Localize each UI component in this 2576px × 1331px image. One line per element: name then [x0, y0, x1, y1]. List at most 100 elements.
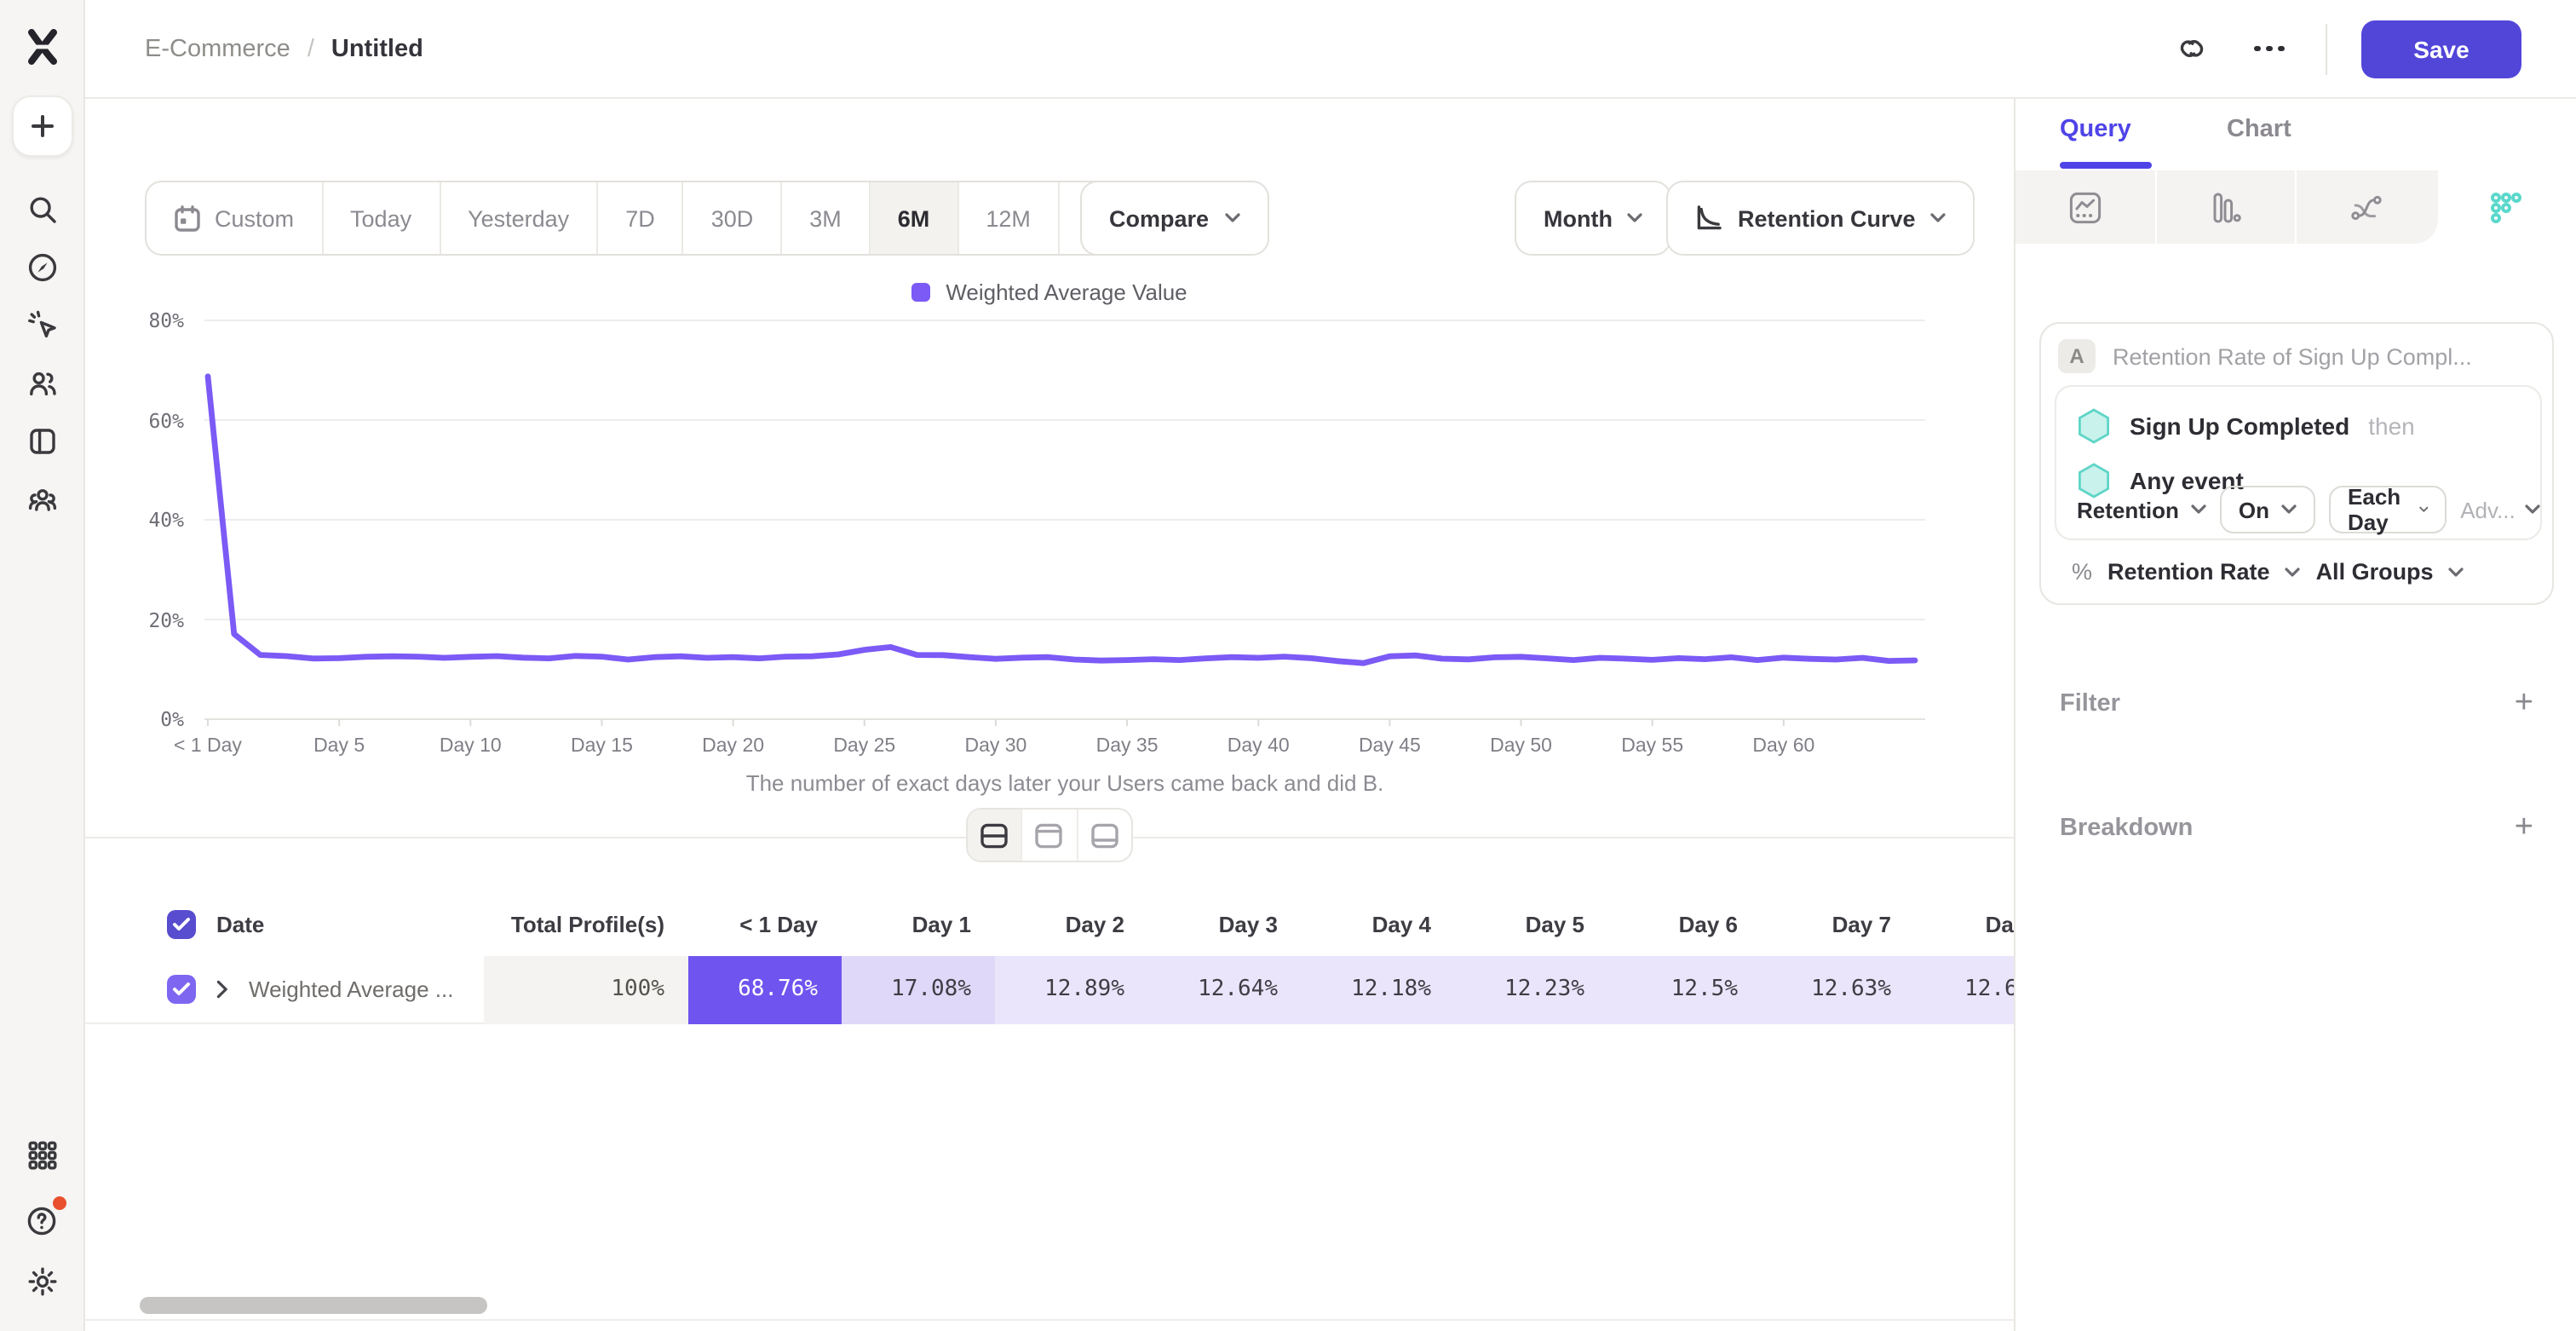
- row-label[interactable]: Weighted Average ...: [249, 977, 453, 1002]
- save-button[interactable]: Save: [2361, 20, 2521, 78]
- granularity-dropdown[interactable]: Month: [1515, 181, 1672, 256]
- horizontal-scrollbar[interactable]: [140, 1297, 487, 1314]
- breadcrumb-current[interactable]: Untitled: [331, 35, 423, 62]
- report-toolbar: CustomTodayYesterday7D30D3M6M12MXTD Comp…: [85, 181, 2014, 256]
- column-header[interactable]: Date: [216, 911, 264, 936]
- plus-icon: [28, 112, 55, 140]
- retention-cell[interactable]: 12.18%: [1302, 955, 1455, 1023]
- column-header[interactable]: Day 1: [842, 911, 995, 936]
- retention-curve-icon: [1695, 205, 1722, 232]
- column-header[interactable]: Day 5: [1455, 911, 1608, 936]
- granularity-each-day-dropdown[interactable]: Each Day: [2329, 486, 2447, 533]
- sidebar-item-events[interactable]: [13, 297, 71, 354]
- column-header[interactable]: Day 2: [995, 911, 1148, 936]
- report-tab-insights[interactable]: [2015, 170, 2156, 244]
- range-yesterday[interactable]: Yesterday: [440, 182, 598, 254]
- tab-query[interactable]: Query: [2060, 116, 2131, 143]
- sidebar-item-apps[interactable]: [13, 1126, 71, 1184]
- retention-line-chart[interactable]: [204, 310, 1925, 726]
- retention-cell[interactable]: 12.89%: [995, 955, 1148, 1023]
- breadcrumb-parent[interactable]: E-Commerce: [145, 35, 290, 62]
- advanced-dropdown[interactable]: Adv...: [2460, 497, 2541, 522]
- each-day-label: Each Day: [2348, 484, 2406, 535]
- report-tab-flows[interactable]: [2297, 170, 2437, 244]
- retention-cell[interactable]: 68.76%: [688, 955, 842, 1023]
- metric-label: Retention: [2077, 497, 2179, 522]
- first-event-label[interactable]: Sign Up Completed: [2130, 412, 2349, 440]
- column-header[interactable]: Day 7: [1762, 911, 1915, 936]
- chart-only-toggle[interactable]: [1023, 810, 1078, 861]
- measure-dropdown[interactable]: Retention Rate: [2107, 559, 2270, 585]
- row-checkbox[interactable]: [167, 975, 196, 1004]
- metric-dropdown[interactable]: Retention: [2077, 497, 2206, 522]
- range-label: Today: [350, 205, 411, 231]
- range-custom[interactable]: Custom: [147, 182, 323, 254]
- compass-icon: [26, 252, 57, 283]
- column-header[interactable]: < 1 Day: [688, 911, 842, 936]
- range-7d[interactable]: 7D: [598, 182, 684, 254]
- range-30d[interactable]: 30D: [684, 182, 783, 254]
- range-today[interactable]: Today: [323, 182, 440, 254]
- table-row[interactable]: Weighted Average ... 100%68.76%17.08%12.8…: [85, 956, 2014, 1024]
- column-header[interactable]: Total Profile(s): [484, 911, 688, 936]
- left-sidebar: [0, 0, 85, 1331]
- row-checkbox[interactable]: [167, 909, 196, 938]
- more-options-button[interactable]: [2247, 26, 2291, 71]
- x-tick-label: Day 25: [796, 736, 933, 757]
- retention-cell[interactable]: 12.23%: [1455, 955, 1608, 1023]
- on-label: On: [2239, 497, 2269, 522]
- groups-dropdown[interactable]: All Groups: [2316, 559, 2434, 585]
- range-3m[interactable]: 3M: [782, 182, 871, 254]
- copy-link-button[interactable]: [2169, 26, 2213, 71]
- split-view-toggle[interactable]: [968, 810, 1023, 861]
- on-dropdown[interactable]: On: [2220, 486, 2315, 533]
- chart-only-icon: [1035, 822, 1064, 848]
- retention-cell[interactable]: 12.63%: [1762, 955, 1915, 1023]
- column-header[interactable]: Day 4: [1302, 911, 1455, 936]
- tab-chart[interactable]: Chart: [2227, 116, 2291, 143]
- retention-cell[interactable]: 12.5%: [1608, 955, 1762, 1023]
- chart-subtitle: The number of exact days later your User…: [204, 770, 1925, 796]
- y-tick-label: 60%: [89, 408, 184, 432]
- split-view-icon: [980, 822, 1009, 848]
- retention-cell[interactable]: 100%: [484, 955, 688, 1023]
- chart-type-dropdown[interactable]: Retention Curve: [1666, 181, 1975, 256]
- funnels-icon: [2209, 190, 2243, 224]
- compare-button[interactable]: Compare: [1080, 181, 1268, 256]
- column-header[interactable]: Day 3: [1148, 911, 1302, 936]
- report-tab-retention[interactable]: [2437, 170, 2576, 244]
- table-only-toggle[interactable]: [1078, 810, 1131, 861]
- expand-row-icon[interactable]: [216, 980, 228, 999]
- chevron-down-icon: [2286, 567, 2301, 577]
- sidebar-item-search[interactable]: [13, 181, 71, 239]
- retention-cell[interactable]: 17.08%: [842, 955, 995, 1023]
- retention-cell[interactable]: 12.66%: [1915, 955, 2014, 1023]
- sidebar-item-users[interactable]: [13, 354, 71, 412]
- link-icon: [2175, 32, 2207, 65]
- y-tick-label: 20%: [89, 608, 184, 631]
- sidebar-item-boards[interactable]: [13, 412, 71, 470]
- sidebar-item-cohorts[interactable]: [13, 470, 71, 528]
- y-tick-label: 40%: [89, 508, 184, 532]
- query-title[interactable]: Retention Rate of Sign Up Compl...: [2113, 343, 2472, 369]
- query-card: A Retention Rate of Sign Up Compl... Sig…: [2039, 322, 2554, 605]
- insights-icon: [2068, 190, 2102, 224]
- chevron-down-icon: [1628, 213, 1643, 223]
- column-header[interactable]: Day 6: [1608, 911, 1762, 936]
- range-6m[interactable]: 6M: [871, 182, 959, 254]
- sidebar-item-explore[interactable]: [13, 239, 71, 297]
- chevron-down-icon: [2281, 504, 2297, 515]
- legend-label[interactable]: Weighted Average Value: [946, 279, 1187, 305]
- add-breakdown-button[interactable]: +: [2515, 811, 2533, 844]
- report-tab-funnels[interactable]: [2156, 170, 2297, 244]
- sidebar-item-help[interactable]: [13, 1191, 71, 1249]
- mixpanel-logo-icon[interactable]: [23, 27, 60, 65]
- grid-icon: [26, 1140, 57, 1171]
- column-header[interactable]: Day 8: [1915, 911, 2014, 936]
- retention-cell[interactable]: 12.64%: [1148, 955, 1302, 1023]
- sidebar-item-settings[interactable]: [13, 1253, 71, 1311]
- x-tick-label: < 1 Day: [140, 736, 276, 757]
- add-filter-button[interactable]: +: [2515, 687, 2533, 719]
- create-button[interactable]: [11, 95, 72, 157]
- range-12m[interactable]: 12M: [958, 182, 1060, 254]
